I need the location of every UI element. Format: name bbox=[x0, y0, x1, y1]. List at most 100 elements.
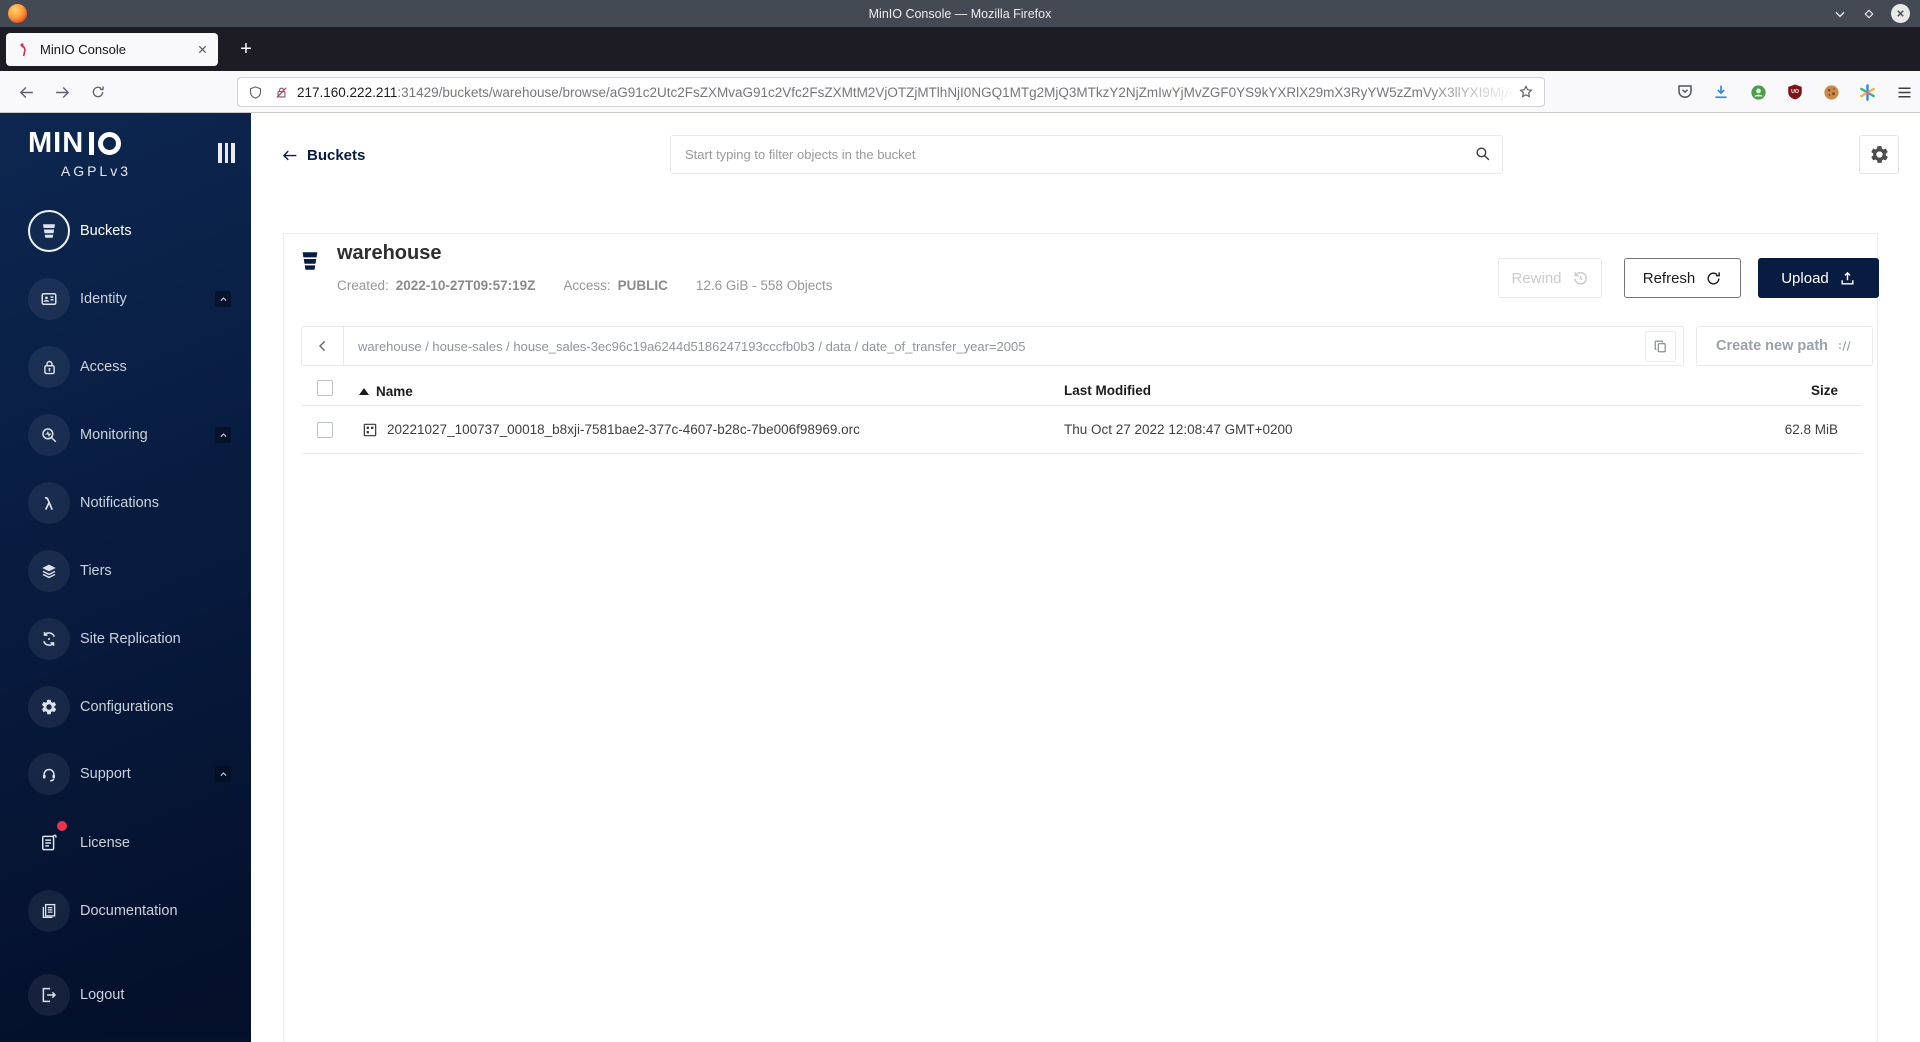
browser-reload-button[interactable] bbox=[86, 80, 110, 104]
sidebar-item-documentation[interactable]: Documentation bbox=[0, 889, 251, 933]
row-checkbox[interactable] bbox=[317, 422, 333, 438]
created-label: Created: bbox=[337, 278, 389, 293]
bucket-icon bbox=[299, 249, 321, 273]
browser-back-button[interactable] bbox=[14, 80, 38, 104]
sidebar-item-monitoring[interactable]: Monitoring bbox=[0, 413, 251, 457]
select-all-checkbox[interactable] bbox=[317, 380, 333, 396]
downloads-icon[interactable] bbox=[1710, 81, 1732, 103]
sidebar-item-label: Identity bbox=[80, 291, 127, 307]
tab-close-icon[interactable] bbox=[197, 44, 208, 55]
created-value: 2022-10-27T09:57:19Z bbox=[395, 278, 536, 293]
bookmark-star-icon[interactable] bbox=[1518, 84, 1534, 100]
access-label: Access: bbox=[563, 278, 611, 293]
refresh-button[interactable]: Refresh bbox=[1624, 258, 1741, 298]
rewind-button[interactable]: Rewind bbox=[1498, 258, 1602, 298]
minio-logo-text: MIN bbox=[28, 127, 85, 159]
create-new-path-button[interactable]: Create new path bbox=[1696, 326, 1873, 366]
sidebar-collapse-icon[interactable] bbox=[218, 143, 235, 163]
access-value[interactable]: PUBLIC bbox=[618, 278, 668, 293]
browser-tabstrip: MinIO Console + bbox=[0, 27, 1920, 71]
sidebar-item-label: Logout bbox=[80, 987, 125, 1003]
object-size: 62.8 MiB bbox=[1784, 422, 1838, 437]
ublock-shield-icon[interactable]: UO bbox=[1784, 81, 1806, 103]
sidebar-item-label: License bbox=[80, 835, 130, 851]
firefox-logo-icon bbox=[8, 4, 27, 23]
browser-forward-button[interactable] bbox=[50, 80, 74, 104]
upload-button[interactable]: Upload bbox=[1758, 258, 1879, 298]
chevron-up-icon[interactable] bbox=[215, 766, 231, 782]
path-breadcrumb-bar: warehouse / house-sales / house_sales-3e… bbox=[301, 326, 1684, 366]
search-input[interactable] bbox=[670, 135, 1503, 174]
name-header-label: Name bbox=[376, 383, 413, 399]
bucket-usage: 12.6 GiB - 558 Objects bbox=[695, 278, 833, 293]
pocket-icon[interactable] bbox=[1674, 81, 1696, 103]
browser-tab-minio-console[interactable]: MinIO Console bbox=[6, 33, 218, 66]
tiers-layers-icon bbox=[28, 550, 70, 592]
object-last-modified: Thu Oct 27 2022 12:08:47 GMT+0200 bbox=[1064, 422, 1293, 437]
bucket-name-title: warehouse bbox=[337, 242, 442, 264]
support-icon bbox=[28, 753, 70, 795]
sidebar-item-access[interactable]: Access bbox=[0, 345, 251, 389]
svg-text:UO: UO bbox=[1791, 89, 1799, 95]
sidebar-item-label: Configurations bbox=[80, 699, 174, 715]
chevron-up-icon[interactable] bbox=[215, 291, 231, 307]
back-label: Buckets bbox=[307, 147, 366, 164]
replication-arrows-icon bbox=[28, 618, 70, 660]
new-tab-button[interactable]: + bbox=[234, 38, 258, 62]
asterisk-extension-icon[interactable] bbox=[1856, 81, 1878, 103]
back-to-buckets-link[interactable]: Buckets bbox=[281, 147, 365, 164]
sort-ascending-icon bbox=[359, 387, 369, 395]
window-maximize-button[interactable] bbox=[1862, 7, 1876, 21]
window-close-button[interactable] bbox=[1891, 4, 1910, 23]
gear-icon bbox=[1870, 146, 1888, 163]
refresh-label: Refresh bbox=[1642, 269, 1696, 287]
sidebar-item-configurations[interactable]: Configurations bbox=[0, 685, 251, 729]
permissions-shield-icon[interactable] bbox=[248, 85, 263, 100]
path-back-button[interactable] bbox=[302, 327, 344, 365]
gear-icon bbox=[28, 686, 70, 728]
table-row[interactable]: 20221027_100737_00018_b8xji-7581bae2-377… bbox=[301, 406, 1862, 454]
sidebar-item-label: Support bbox=[80, 766, 131, 782]
sidebar-item-support[interactable]: Support bbox=[0, 752, 251, 796]
window-title: MinIO Console — Mozilla Firefox bbox=[868, 6, 1052, 21]
buckets-icon bbox=[28, 210, 70, 252]
bucket-settings-button[interactable] bbox=[1859, 135, 1899, 174]
sidebar-item-buckets[interactable]: Buckets bbox=[0, 209, 251, 253]
menu-hamburger-icon[interactable] bbox=[1893, 81, 1915, 103]
object-filter-search bbox=[670, 135, 1503, 174]
insecure-lock-icon[interactable] bbox=[274, 85, 289, 100]
copy-icon bbox=[1654, 340, 1666, 353]
window-minimize-button[interactable] bbox=[1833, 7, 1847, 21]
minio-favicon bbox=[20, 42, 26, 56]
monitoring-icon bbox=[28, 414, 70, 456]
extension-green-icon[interactable] bbox=[1747, 81, 1769, 103]
sidebar-item-site-replication[interactable]: Site Replication bbox=[0, 617, 251, 661]
sidebar-item-logout[interactable]: Logout bbox=[0, 973, 251, 1017]
url-path: :31429/buckets/warehouse/browse/aG91c2Ut… bbox=[397, 84, 1518, 100]
create-new-path-label: Create new path bbox=[1716, 338, 1828, 354]
logout-icon bbox=[28, 974, 70, 1016]
sidebar-item-tiers[interactable]: Tiers bbox=[0, 549, 251, 593]
cookie-extension-icon[interactable] bbox=[1820, 81, 1842, 103]
sidebar-item-license[interactable]: License bbox=[0, 821, 251, 865]
minio-logo-bar bbox=[89, 131, 95, 155]
sidebar-item-label: Monitoring bbox=[80, 427, 148, 443]
object-name-link[interactable]: 20221027_100737_00018_b8xji-7581bae2-377… bbox=[387, 406, 860, 454]
rewind-label: Rewind bbox=[1511, 269, 1562, 287]
access-lock-icon bbox=[28, 346, 70, 388]
new-path-icon bbox=[1839, 341, 1851, 351]
column-header-last-modified[interactable]: Last Modified bbox=[1064, 376, 1151, 406]
sidebar-footer bbox=[0, 1034, 251, 1042]
window-titlebar: MinIO Console — Mozilla Firefox bbox=[0, 0, 1920, 27]
column-header-size[interactable]: Size bbox=[1811, 376, 1838, 406]
sidebar: MIN AGPLv3 Buckets Identity Access Monit… bbox=[0, 113, 251, 1042]
chevron-up-icon[interactable] bbox=[215, 427, 231, 443]
breadcrumb-path[interactable]: warehouse / house-sales / house_sales-3e… bbox=[358, 339, 1683, 354]
url-bar[interactable]: 217.160.222.211:31429/buckets/warehouse/… bbox=[237, 77, 1545, 107]
sidebar-item-identity[interactable]: Identity bbox=[0, 277, 251, 321]
column-header-name[interactable]: Name bbox=[359, 376, 413, 406]
bucket-browser-card: warehouse Created: 2022-10-27T09:57:19Z A… bbox=[283, 233, 1879, 1042]
sidebar-item-notifications[interactable]: Notifications bbox=[0, 481, 251, 525]
sidebar-item-label: Tiers bbox=[80, 563, 112, 579]
copy-path-button[interactable] bbox=[1645, 331, 1676, 362]
